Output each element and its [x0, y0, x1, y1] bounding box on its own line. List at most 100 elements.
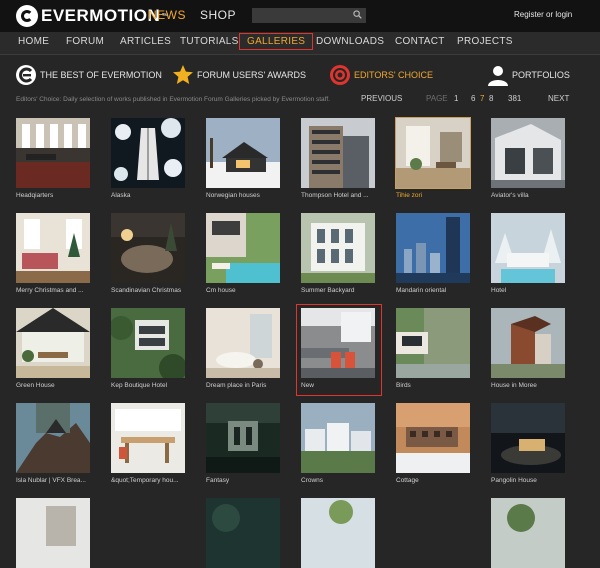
thumbnail[interactable] — [206, 308, 280, 378]
news-link[interactable]: NEWS — [148, 8, 186, 22]
thumbnail[interactable] — [491, 308, 565, 378]
shop-link[interactable]: SHOP — [200, 8, 236, 22]
gallery-item[interactable]: Aviator's villa — [491, 118, 565, 199]
gallery-item[interactable]: Pangolin House — [491, 403, 565, 484]
gallery-item[interactable]: Fantasy — [206, 403, 280, 484]
nav-galleries[interactable]: GALLERIES — [239, 33, 314, 50]
previous-page-link[interactable]: PREVIOUS — [361, 94, 402, 103]
thumbnail[interactable] — [301, 498, 375, 568]
caption[interactable]: Kep Boutique Hotel — [111, 382, 195, 389]
gallery-item[interactable]: &quot;Temporary hou... — [111, 403, 185, 484]
caption[interactable]: Thompson Hotel and ... — [301, 192, 385, 199]
thumbnail[interactable] — [301, 403, 375, 473]
nav-home[interactable]: HOME — [18, 36, 49, 47]
caption[interactable]: Crowns — [301, 477, 385, 484]
nav-downloads[interactable]: DOWNLOADS — [316, 36, 384, 47]
caption[interactable]: &quot;Temporary hou... — [111, 477, 195, 484]
gallery-item[interactable]: Merry Christmas and ... — [16, 213, 90, 294]
nav-forum[interactable]: FORUM — [66, 36, 104, 47]
page-link-8[interactable]: 8 — [489, 94, 493, 103]
thumbnail[interactable] — [491, 213, 565, 283]
thumbnail[interactable] — [301, 118, 375, 188]
caption[interactable]: Aviator's villa — [491, 192, 575, 199]
thumbnail[interactable] — [396, 308, 470, 378]
subnav-portfolios[interactable]: PORTFOLIOS — [487, 64, 570, 86]
thumbnail[interactable] — [206, 213, 280, 283]
thumbnail[interactable] — [206, 498, 280, 568]
gallery-item[interactable]: Kep Boutique Hotel — [111, 308, 185, 389]
subnav-best-of-evermotion[interactable]: THE BEST OF EVERMOTION — [15, 64, 162, 86]
gallery-item[interactable]: Thompson Hotel and ... — [301, 118, 375, 199]
gallery-item[interactable] — [301, 498, 375, 568]
thumbnail[interactable] — [111, 213, 185, 283]
thumbnail[interactable] — [16, 118, 90, 188]
page-link-1[interactable]: 1 — [454, 94, 458, 103]
caption[interactable]: Scandinavian Christmas — [111, 287, 195, 294]
gallery-item[interactable]: Cm house — [206, 213, 280, 294]
gallery-item[interactable]: Dream place in Paris — [206, 308, 280, 389]
gallery-item[interactable]: Tihie zori — [395, 117, 471, 199]
thumbnail[interactable] — [111, 308, 185, 378]
caption[interactable]: Cottage — [396, 477, 480, 484]
caption[interactable]: Mandarin oriental — [396, 287, 480, 294]
caption[interactable]: Norwegian houses — [206, 192, 290, 199]
nav-projects[interactable]: PROJECTS — [457, 36, 513, 47]
gallery-item[interactable]: Hotel — [491, 213, 565, 294]
thumbnail[interactable] — [301, 213, 375, 283]
gallery-item[interactable]: Cottage — [396, 403, 470, 484]
next-page-link[interactable]: NEXT — [548, 94, 569, 103]
caption[interactable]: Alaska — [111, 192, 195, 199]
gallery-item[interactable]: Norwegian houses — [206, 118, 280, 199]
thumbnail[interactable] — [16, 403, 90, 473]
caption[interactable]: Fantasy — [206, 477, 290, 484]
caption[interactable]: House in Moree — [491, 382, 575, 389]
gallery-item[interactable] — [491, 498, 565, 568]
caption[interactable]: Hotel — [491, 287, 575, 294]
search-input[interactable] — [252, 8, 366, 23]
caption[interactable]: Tihie zori — [396, 192, 480, 199]
caption[interactable]: Summer Backyard — [301, 287, 385, 294]
caption[interactable]: Pangolin House — [491, 477, 575, 484]
subnav-editors-choice[interactable]: EDITORS' CHOICE — [329, 64, 433, 86]
thumbnail[interactable] — [396, 403, 470, 473]
caption[interactable]: Isla Nublar | VFX Brea... — [16, 477, 100, 484]
nav-articles[interactable]: ARTICLES — [120, 36, 171, 47]
gallery-item[interactable]: Birds — [396, 308, 470, 389]
thumbnail[interactable] — [111, 118, 185, 188]
gallery-item[interactable]: Alaska — [111, 118, 185, 199]
thumbnail[interactable] — [491, 403, 565, 473]
subnav-forum-users-awards[interactable]: FORUM USERS' AWARDS — [172, 64, 306, 86]
thumbnail[interactable] — [16, 498, 90, 568]
caption[interactable]: Green House — [16, 382, 100, 389]
thumbnail[interactable] — [206, 118, 280, 188]
gallery-item[interactable]: House in Moree — [491, 308, 565, 389]
gallery-item[interactable]: Mandarin oriental — [396, 213, 470, 294]
caption[interactable]: Merry Christmas and ... — [16, 287, 100, 294]
nav-contact[interactable]: CONTACT — [395, 36, 445, 47]
gallery-item[interactable]: Crowns — [301, 403, 375, 484]
caption[interactable]: Cm house — [206, 287, 290, 294]
gallery-item[interactable]: Summer Backyard — [301, 213, 375, 294]
evermotion-logo[interactable]: EVERMOTION ™ — [16, 4, 168, 28]
thumbnail[interactable] — [111, 403, 185, 473]
thumbnail[interactable] — [396, 213, 470, 283]
thumbnail[interactable] — [206, 403, 280, 473]
gallery-item[interactable] — [206, 498, 280, 568]
gallery-item[interactable]: Green House — [16, 308, 90, 389]
caption[interactable]: Dream place in Paris — [206, 382, 290, 389]
gallery-item[interactable]: Headqiarters — [16, 118, 90, 199]
thumbnail[interactable] — [491, 498, 565, 568]
page-link-last[interactable]: 381 — [508, 94, 521, 103]
caption[interactable]: Birds — [396, 382, 480, 389]
nav-tutorials[interactable]: TUTORIALS — [180, 36, 239, 47]
gallery-item[interactable] — [16, 498, 90, 568]
gallery-item[interactable]: Isla Nublar | VFX Brea... — [16, 403, 90, 484]
search-icon[interactable] — [353, 10, 362, 19]
page-link-6[interactable]: 6 — [471, 94, 475, 103]
thumbnail[interactable] — [16, 213, 90, 283]
thumbnail[interactable] — [395, 117, 471, 189]
gallery-item[interactable]: Scandinavian Christmas — [111, 213, 185, 294]
caption[interactable]: Headqiarters — [16, 192, 100, 199]
thumbnail[interactable] — [491, 118, 565, 188]
thumbnail[interactable] — [16, 308, 90, 378]
